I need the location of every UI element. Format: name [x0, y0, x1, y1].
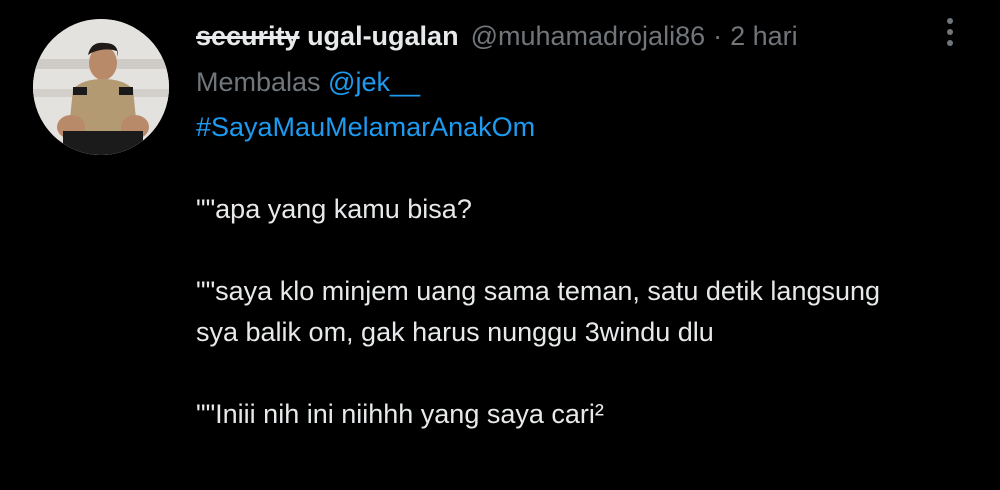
- tweet-header: security ugal-ugalan @muhamadrojali86 · …: [196, 14, 976, 58]
- tweet[interactable]: security ugal-ugalan @muhamadrojali86 · …: [0, 0, 1000, 490]
- tweet-hashtag-line: #SayaMauMelamarAnakOm: [196, 107, 976, 148]
- separator-dot: ·: [713, 21, 723, 51]
- reply-prefix: Membalas: [196, 67, 329, 97]
- reply-context: Membalas @jek__: [196, 62, 976, 102]
- tweet-paragraph: ""Iniii nih ini niihhh yang saya cari²: [196, 399, 604, 429]
- tweet-paragraph: ""saya klo minjem uang sama teman, satu …: [196, 276, 881, 347]
- tweet-content: security ugal-ugalan @muhamadrojali86 · …: [196, 14, 976, 435]
- reply-mention-link[interactable]: @jek__: [328, 67, 420, 97]
- user-handle[interactable]: @muhamadrojali86: [471, 14, 706, 58]
- display-name-rest: ugal-ugalan: [299, 21, 459, 51]
- timestamp[interactable]: 2 hari: [730, 14, 798, 58]
- profile-photo-avatar: [33, 19, 169, 155]
- avatar[interactable]: [33, 19, 169, 155]
- vertical-ellipsis-icon[interactable]: [936, 18, 964, 58]
- hashtag-link[interactable]: #SayaMauMelamarAnakOm: [196, 112, 535, 142]
- display-name[interactable]: security ugal-ugalan: [196, 14, 459, 58]
- tweet-paragraph: ""apa yang kamu bisa?: [196, 194, 472, 224]
- display-name-strikethrough: security: [196, 21, 300, 51]
